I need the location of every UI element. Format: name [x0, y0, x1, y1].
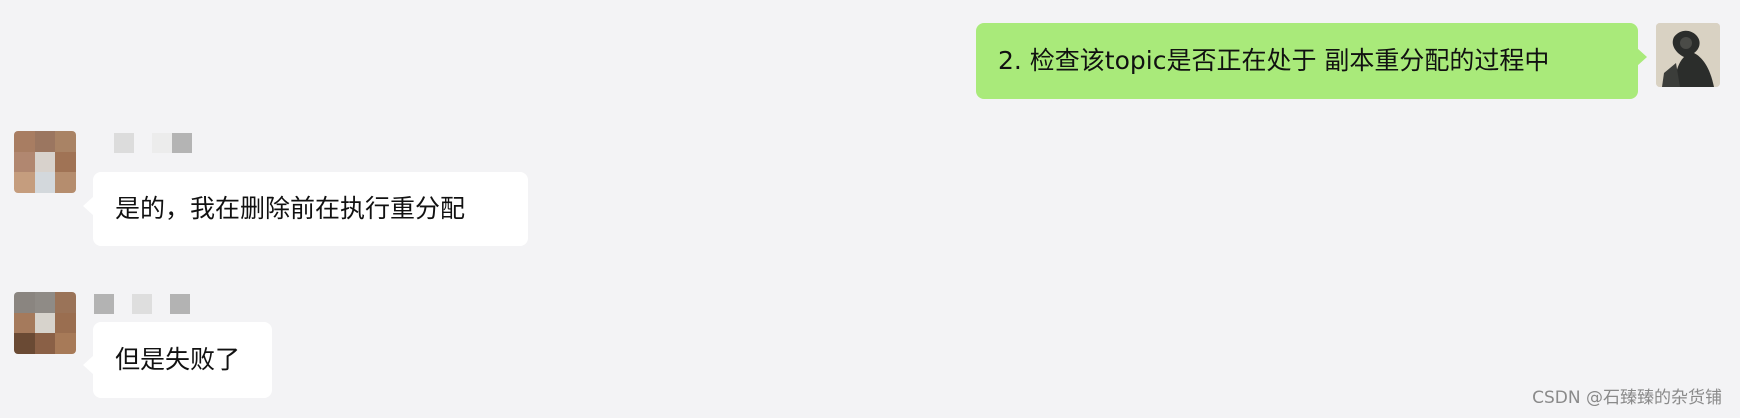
sender-name-blurred — [114, 133, 192, 153]
other-bubble-tail — [83, 197, 93, 215]
watermark: CSDN @石臻臻的杂货铺 — [1532, 388, 1722, 408]
message-bubble-self[interactable]: 2. 检查该topic是否正在处于 副本重分配的过程中 — [976, 23, 1638, 99]
other-avatar[interactable] — [14, 292, 76, 354]
other-avatar[interactable] — [14, 131, 76, 193]
message-text: 但是失败了 — [115, 345, 241, 374]
self-bubble-tail — [1637, 48, 1647, 66]
self-avatar-image — [1656, 23, 1720, 87]
sender-name-blurred — [94, 294, 190, 314]
message-bubble-other[interactable]: 是的，我在删除前在执行重分配 — [93, 172, 528, 246]
message-text: 2. 检查该topic是否正在处于 副本重分配的过程中 — [998, 46, 1550, 75]
self-avatar[interactable] — [1656, 23, 1720, 87]
other-bubble-tail — [83, 356, 93, 374]
message-text: 是的，我在删除前在执行重分配 — [115, 194, 466, 223]
message-bubble-other[interactable]: 但是失败了 — [93, 322, 272, 398]
